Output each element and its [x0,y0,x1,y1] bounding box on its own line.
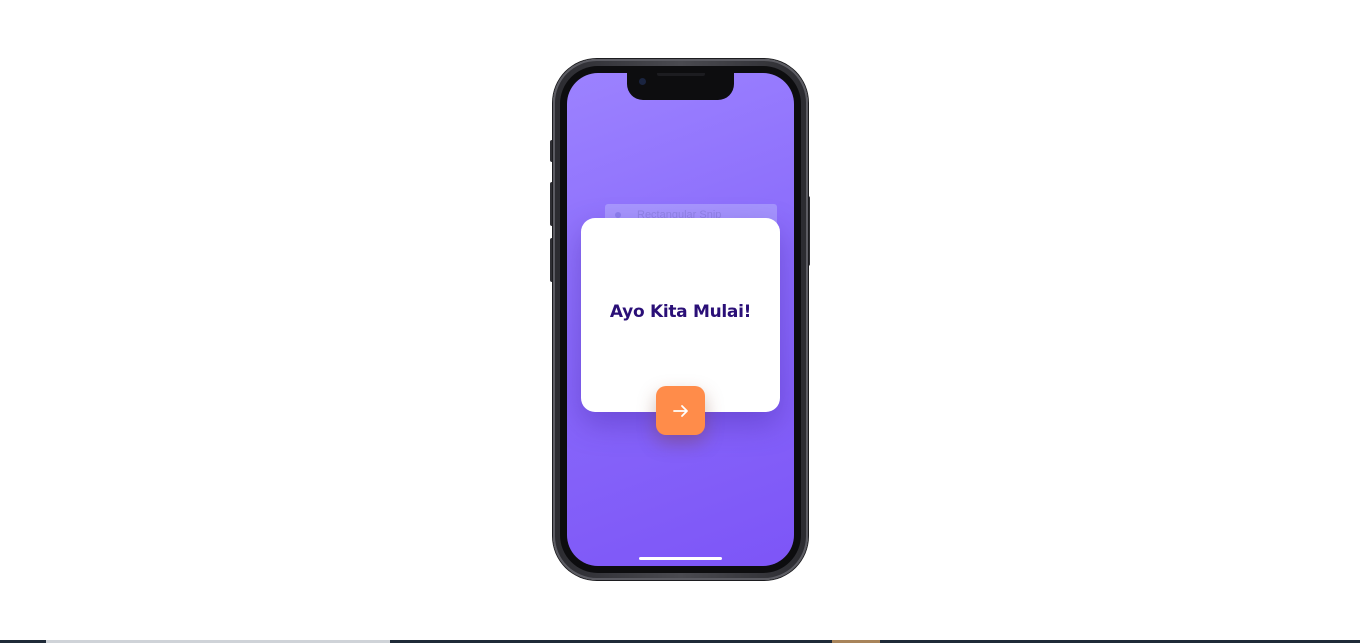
camera-icon [639,78,646,85]
phone-screen: Rectangular Snip Ayo Kita Mulai! [567,73,794,566]
phone-bezel: Rectangular Snip Ayo Kita Mulai! [560,66,801,573]
welcome-title: Ayo Kita Mulai! [609,302,752,322]
next-button[interactable] [656,386,705,435]
speaker-grille [657,73,705,76]
phone-notch [627,73,734,100]
home-indicator[interactable] [639,557,722,560]
phone-frame: Rectangular Snip Ayo Kita Mulai! [553,59,808,580]
arrow-right-icon [672,404,688,417]
welcome-card: Ayo Kita Mulai! [581,218,780,412]
app-stage: Rectangular Snip Ayo Kita Mulai! [0,0,1360,643]
